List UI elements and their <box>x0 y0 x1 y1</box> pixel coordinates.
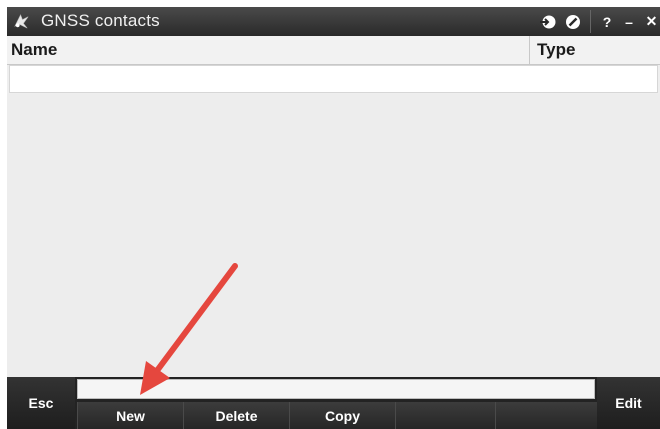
column-divider[interactable] <box>529 36 530 64</box>
status-field <box>77 379 595 399</box>
esc-button[interactable]: Esc <box>7 377 75 429</box>
close-button[interactable]: ✕ <box>643 12 660 31</box>
app-window: GNSS contacts ? – ✕ Name Type Esc New De… <box>7 7 660 429</box>
connect-icon[interactable] <box>536 12 560 31</box>
copy-button[interactable]: Copy <box>289 402 395 429</box>
list-row[interactable] <box>9 65 658 93</box>
window-title: GNSS contacts <box>41 11 160 30</box>
minimize-button[interactable]: – <box>620 12 638 31</box>
delete-button[interactable]: Delete <box>183 402 289 429</box>
no-entry-icon[interactable] <box>562 12 584 31</box>
toolbar-separator <box>590 10 591 33</box>
empty-softkey-4[interactable] <box>395 402 495 429</box>
app-logo-icon[interactable] <box>12 12 31 31</box>
column-header-type[interactable]: Type <box>537 40 575 60</box>
title-bar: GNSS contacts ? – ✕ <box>7 7 660 36</box>
list-header: Name Type <box>7 36 660 65</box>
empty-softkey-5[interactable] <box>495 402 597 429</box>
help-button[interactable]: ? <box>599 12 615 31</box>
new-button[interactable]: New <box>77 402 183 429</box>
contacts-list[interactable] <box>7 94 660 377</box>
column-header-name[interactable]: Name <box>11 40 57 60</box>
softkey-bar: Esc New Delete Copy Edit <box>7 377 660 429</box>
edit-button[interactable]: Edit <box>597 377 660 429</box>
